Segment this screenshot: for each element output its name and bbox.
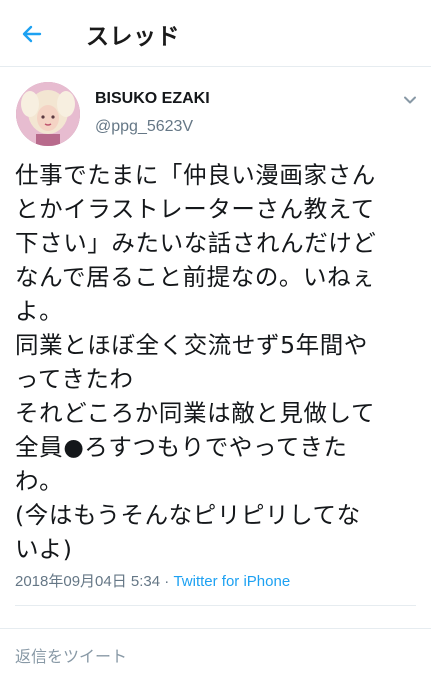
reply-placeholder: 返信をツイート	[15, 647, 128, 666]
chevron-down-icon	[404, 96, 416, 104]
tweet-line: 同業とほぼ全く交流せず5年間や	[15, 331, 368, 359]
author-name[interactable]: BISUKO EZAKI	[95, 90, 210, 108]
tweet-line: 仕事でたまに「仲良い漫画家さん	[15, 161, 376, 189]
top-bar: スレッド	[0, 0, 431, 66]
back-button[interactable]	[16, 18, 48, 50]
author-handle[interactable]: @ppg_5623V	[95, 118, 193, 136]
meta-divider	[15, 605, 416, 606]
tweet-text: 仕事でたまに「仲良い漫画家さん とかイラストレーターさん教えて 下さい」みたいな…	[15, 158, 421, 566]
tweet-line: よ。	[15, 297, 64, 325]
tweet-timestamp[interactable]: 2018年09月04日 5:34	[15, 573, 160, 590]
tweet-line: 下さい」みたいな話されんだけど	[15, 229, 377, 257]
avatar-image	[16, 82, 80, 146]
tweet-line: いよ)	[15, 535, 73, 563]
page-title: スレッド	[86, 24, 180, 50]
tweet-line: それどころか同業は敵と見做して	[15, 399, 376, 427]
tweet-menu-button[interactable]	[398, 88, 422, 112]
reply-input[interactable]: 返信をツイート	[0, 628, 431, 681]
tweet-line: なんで居ること前提なの。いねぇ	[15, 263, 376, 291]
header-divider	[0, 66, 431, 67]
tweet-line: 全員●ろすつもりでやってきた	[15, 433, 348, 461]
tweet-line: (今はもうそんなピリピリしてな	[15, 501, 361, 529]
arrow-left-icon	[22, 25, 42, 43]
tweet-line: ってきたわ	[15, 365, 134, 393]
tweet-meta: 2018年09月04日 5:34 · Twitter for iPhone	[15, 570, 290, 591]
tweet-line: わ。	[15, 467, 64, 495]
tweet-line: とかイラストレーターさん教えて	[15, 195, 375, 223]
avatar[interactable]	[16, 82, 80, 146]
tweet-client-link[interactable]: Twitter for iPhone	[173, 573, 290, 590]
meta-separator: ·	[160, 573, 174, 590]
